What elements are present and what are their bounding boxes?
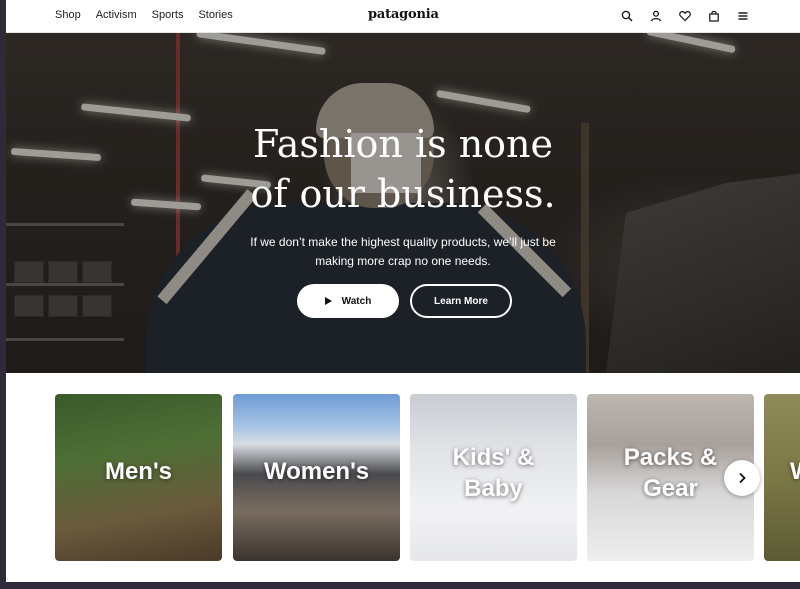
play-icon <box>324 297 332 305</box>
learn-more-button-label: Learn More <box>434 295 488 307</box>
patagonia-logo[interactable]: patagonia <box>368 7 439 22</box>
category-label-kids-line1: Kids' & <box>452 444 535 471</box>
window-bottom-edge <box>0 582 800 589</box>
category-card-kids-baby[interactable]: Kids' & Baby <box>410 394 577 561</box>
menu-icon[interactable] <box>736 9 750 23</box>
hero-headline: Fashion is none of our business. <box>6 119 800 219</box>
nav-activism[interactable]: Activism <box>96 9 137 21</box>
category-label-next-partial: W <box>790 456 800 487</box>
main-nav: Shop Activism Sports Stories <box>55 9 233 21</box>
category-label-packs-line2: Gear <box>643 475 698 502</box>
category-carousel: Men's Women's Kids' & Baby Packs & Gear … <box>55 394 800 562</box>
chevron-right-icon <box>739 472 746 484</box>
site-header: Shop Activism Sports Stories patagonia <box>6 0 800 33</box>
nav-shop[interactable]: Shop <box>55 9 81 21</box>
nav-sports[interactable]: Sports <box>152 9 184 21</box>
watch-button-label: Watch <box>341 295 372 307</box>
category-label-mens: Men's <box>104 458 173 485</box>
hero-subline-line2: making more crap no one needs. <box>315 254 491 268</box>
category-card-mens[interactable]: Men's <box>55 394 222 561</box>
browser-page: Shop Activism Sports Stories patagonia F… <box>6 0 800 582</box>
category-card-womens[interactable]: Women's <box>233 394 400 561</box>
learn-more-button[interactable]: Learn More <box>410 284 512 318</box>
header-icons <box>620 9 750 23</box>
hero-headline-line1: Fashion is none <box>252 122 554 166</box>
hero-banner: Fashion is none of our business. If we d… <box>6 33 800 373</box>
heart-icon[interactable] <box>678 9 692 23</box>
hero-headline-line2: of our business. <box>250 172 556 216</box>
hero-subline: If we don’t make the highest quality pro… <box>218 233 588 271</box>
carousel-next-button[interactable] <box>724 460 760 496</box>
category-label-womens: Women's <box>263 458 370 485</box>
category-label-packs-line1: Packs & <box>623 444 718 471</box>
bag-icon[interactable] <box>707 9 721 23</box>
search-icon[interactable] <box>620 9 634 23</box>
account-icon[interactable] <box>649 9 663 23</box>
category-label-kids-line2: Baby <box>464 475 523 502</box>
hero-subline-line1: If we don’t make the highest quality pro… <box>250 235 556 249</box>
nav-stories[interactable]: Stories <box>198 9 232 21</box>
category-card-next-partial[interactable]: W <box>764 394 800 561</box>
watch-button[interactable]: Watch <box>297 284 399 318</box>
category-label-kids-baby: Kids' & Baby <box>410 442 577 504</box>
